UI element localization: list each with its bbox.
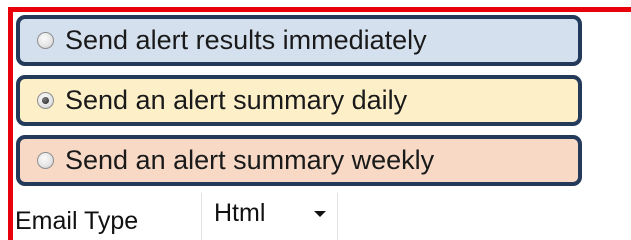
highlight-frame-left [8, 7, 13, 240]
radio-immediately[interactable] [37, 32, 54, 49]
email-type-selected-value: Html [214, 199, 266, 227]
alert-option-immediately[interactable]: Send alert results immediately [16, 15, 582, 66]
alert-option-label: Send an alert summary weekly [65, 145, 435, 175]
email-type-row: Email Type [15, 194, 138, 240]
alert-option-label: Send alert results immediately [65, 25, 427, 55]
radio-daily[interactable] [37, 92, 54, 109]
alert-option-daily[interactable]: Send an alert summary daily [16, 75, 582, 126]
radio-weekly[interactable] [37, 152, 54, 169]
alert-option-label: Send an alert summary daily [65, 85, 408, 115]
highlight-frame-top [8, 7, 631, 12]
email-type-label: Email Type [15, 206, 139, 235]
email-type-select[interactable]: Html [201, 193, 338, 240]
chevron-down-icon [314, 211, 326, 217]
alert-option-weekly[interactable]: Send an alert summary weekly [16, 135, 582, 186]
